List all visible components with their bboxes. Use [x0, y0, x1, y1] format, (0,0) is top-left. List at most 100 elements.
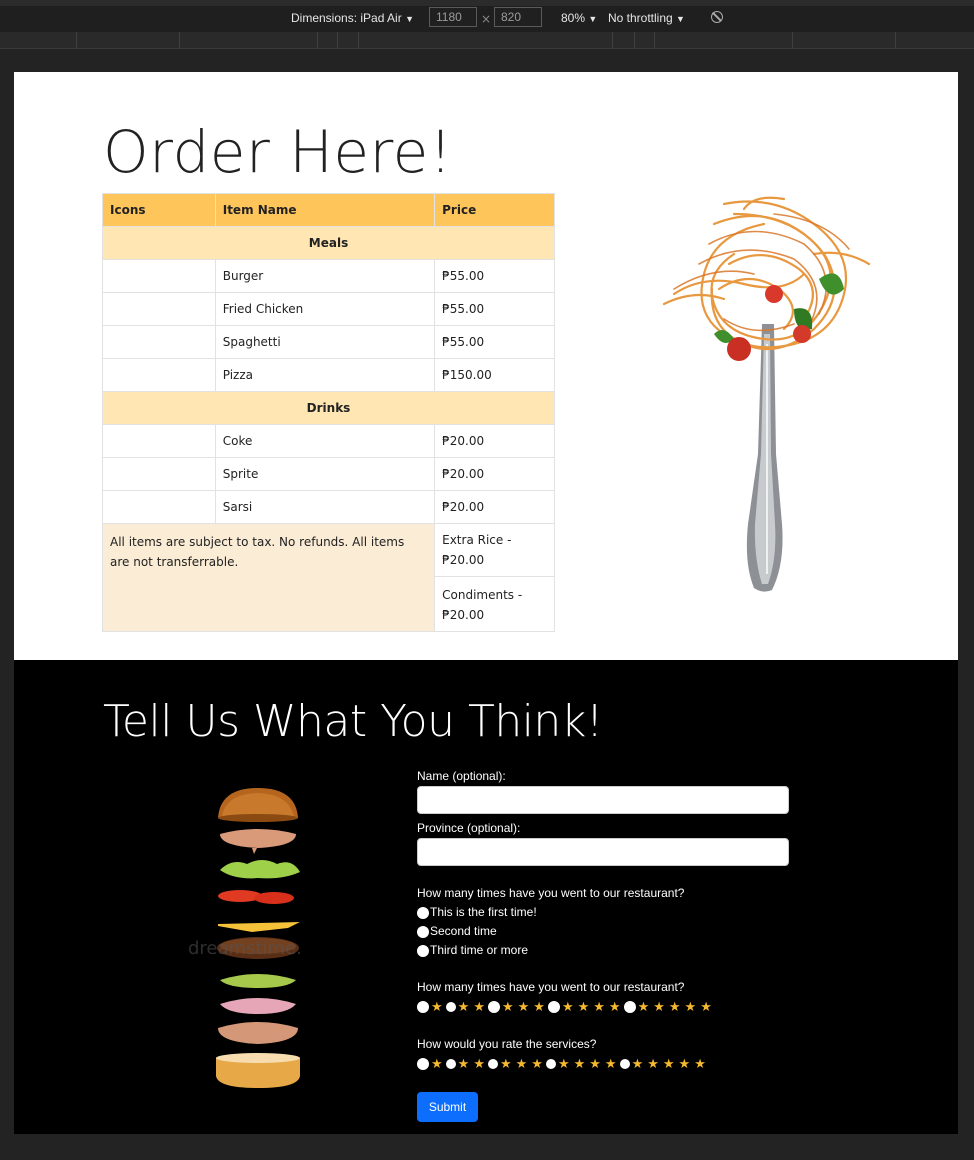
item-name: Coke	[214, 424, 436, 458]
table-header-row: Icons Item Name Price	[102, 193, 555, 227]
visit-option-third[interactable]: Third time or more	[417, 941, 797, 960]
zoom-dropdown[interactable]: 80% ▼	[561, 11, 597, 25]
item-price: ₱20.00	[434, 457, 555, 491]
chevron-down-icon: ▼	[588, 14, 598, 24]
star-icon: ★	[473, 1056, 485, 1071]
height-input[interactable]	[494, 7, 542, 27]
star-icon: ★	[457, 999, 470, 1014]
service-radio-4[interactable]	[545, 1059, 556, 1069]
note-row: All items are subject to tax. No refunds…	[101, 523, 555, 632]
service-radio-3[interactable]	[487, 1059, 498, 1069]
star-icon: ★	[457, 1056, 470, 1071]
dimensions-dropdown[interactable]: Dimensions: iPad Air ▼	[291, 11, 414, 25]
table-row: Sarsi ₱20.00	[102, 490, 555, 524]
star-icon: ★	[684, 999, 697, 1014]
rating-radio-4[interactable]	[547, 1001, 560, 1013]
item-price: ₱150.00	[434, 358, 555, 392]
star-icon: ★	[577, 999, 590, 1014]
burger-layers-image: dreamstime.	[102, 766, 398, 1134]
category-row-meals: Meals	[102, 226, 555, 260]
zoom-label: 80%	[561, 11, 586, 25]
table-row: Burger ₱55.00	[102, 259, 555, 293]
category-row-drinks: Drinks	[102, 391, 555, 425]
icon-cell	[102, 490, 216, 524]
star-icon: ★	[668, 999, 681, 1014]
star-icon: ★	[637, 999, 650, 1014]
icon-cell	[102, 292, 216, 326]
item-price: ₱20.00	[434, 424, 555, 458]
visit-option-label: This is the first time!	[430, 905, 537, 919]
star-icon: ★	[533, 999, 545, 1014]
rating-question-1: How many times have you went to our rest…	[417, 980, 685, 994]
chevron-down-icon: ▼	[405, 14, 414, 24]
star-icon: ★	[515, 1056, 528, 1071]
times-separator: ×	[481, 12, 492, 26]
item-name: Pizza	[214, 358, 436, 392]
star-icon: ★	[662, 1056, 675, 1071]
star-icon: ★	[531, 1056, 543, 1071]
category-label: Meals	[102, 226, 555, 260]
item-name: Burger	[214, 259, 436, 293]
star-icon: ★	[589, 1056, 601, 1071]
star-icon: ★	[653, 999, 665, 1014]
name-input[interactable]	[417, 786, 789, 814]
visit-option-first[interactable]: This is the first time!	[417, 903, 797, 922]
rating-question-2: How would you rate the services?	[417, 1037, 597, 1051]
feedback-form: Name (optional): Province (optional): Ho…	[417, 768, 797, 1122]
item-price: ₱55.00	[434, 292, 555, 326]
province-input[interactable]	[417, 838, 789, 866]
item-name: Sprite	[214, 457, 436, 491]
item-name: Sarsi	[214, 490, 436, 524]
star-icon: ★	[561, 999, 574, 1014]
star-icon: ★	[501, 999, 514, 1014]
rating-row-2: ★ ★ ★ ★ ★ ★ ★ ★ ★ ★ ★ ★ ★ ★ ★	[417, 1054, 797, 1074]
name-label: Name (optional):	[417, 769, 506, 783]
rating-radio-5[interactable]	[623, 1001, 636, 1013]
menu-table: Icons Item Name Price Meals Burger ₱55.00…	[101, 193, 555, 632]
service-radio-1[interactable]	[417, 1058, 429, 1070]
throttling-label: No throttling	[608, 11, 673, 25]
radio-button[interactable]	[417, 906, 429, 919]
spaghetti-fork-image	[662, 196, 871, 592]
icon-cell	[102, 424, 216, 458]
star-icon: ★	[631, 1056, 644, 1071]
radio-button[interactable]	[417, 925, 429, 938]
media-query-bar	[0, 32, 974, 49]
item-name: Fried Chicken	[214, 292, 436, 326]
star-icon: ★	[499, 1056, 512, 1071]
submit-button[interactable]: Submit	[417, 1092, 478, 1122]
star-icon: ★	[573, 1056, 586, 1071]
width-input[interactable]	[429, 7, 477, 27]
service-radio-5[interactable]	[619, 1059, 630, 1069]
service-radio-2[interactable]	[445, 1059, 456, 1069]
disable-rotation-icon[interactable]	[711, 11, 723, 23]
rating-radio-2[interactable]	[445, 1002, 456, 1012]
page-viewport: Order Here! Icons Item Name Price Meals …	[14, 72, 958, 1134]
visit-option-second[interactable]: Second time	[417, 922, 797, 941]
star-icon: ★	[647, 1056, 659, 1071]
feedback-section: Tell Us What You Think! dreamstime. Name…	[14, 660, 958, 1134]
star-icon: ★	[700, 999, 712, 1014]
star-icon: ★	[431, 1056, 443, 1071]
star-icon: ★	[593, 999, 605, 1014]
item-price: ₱55.00	[434, 259, 555, 293]
table-row: Fried Chicken ₱55.00	[102, 292, 555, 326]
star-icon: ★	[517, 999, 530, 1014]
table-row: Coke ₱20.00	[102, 424, 555, 458]
policy-note: All items are subject to tax. No refunds…	[101, 523, 436, 632]
table-row: Sprite ₱20.00	[102, 457, 555, 491]
star-icon: ★	[604, 1056, 617, 1071]
rating-radio-1[interactable]	[417, 1001, 429, 1013]
star-icon: ★	[473, 999, 485, 1014]
header-icons: Icons	[102, 193, 216, 227]
star-icon: ★	[678, 1056, 691, 1071]
item-name: Spaghetti	[214, 325, 436, 359]
rating-radio-3[interactable]	[487, 1001, 500, 1013]
rating-row-1: ★ ★ ★ ★ ★ ★ ★ ★ ★ ★ ★ ★ ★ ★ ★	[417, 997, 797, 1017]
throttling-dropdown[interactable]: No throttling ▼	[608, 11, 685, 25]
star-icon: ★	[694, 1056, 706, 1071]
star-icon: ★	[557, 1056, 570, 1071]
radio-button[interactable]	[417, 944, 429, 957]
header-item-name: Item Name	[214, 193, 436, 227]
table-row: Pizza ₱150.00	[102, 358, 555, 392]
